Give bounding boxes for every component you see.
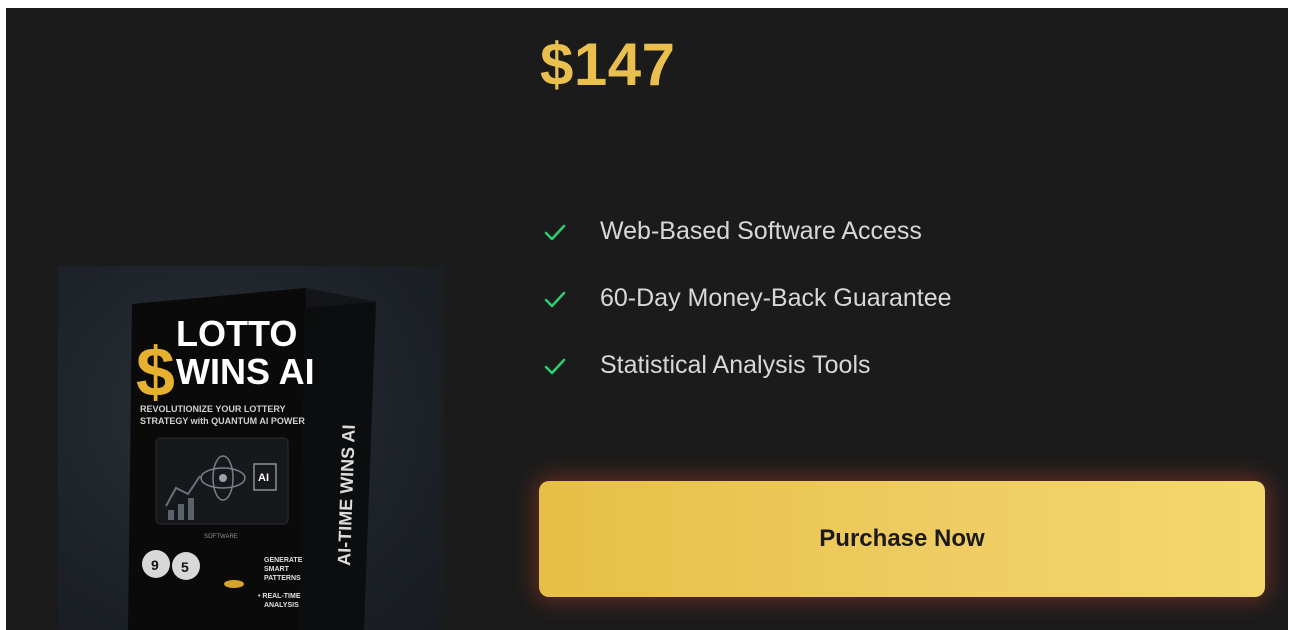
product-ai-badge: AI [258, 472, 269, 484]
product-tagline-line2: STRATEGY with QUANTUM AI POWER [140, 416, 305, 426]
product-title-line2: WINS AI [176, 351, 315, 392]
product-bullet-1-line2: SMART [264, 566, 290, 573]
feature-label: 60-Day Money-Back Guarantee [600, 284, 952, 312]
feature-item: Web-Based Software Access [542, 198, 952, 265]
check-icon [544, 358, 566, 374]
product-bullet-2-line1: • REAL-TIME [258, 593, 301, 600]
check-icon [544, 291, 566, 307]
purchase-now-button[interactable]: Purchase Now [539, 481, 1265, 597]
check-icon [544, 224, 566, 240]
price: $147 [540, 31, 676, 98]
product-software-label: SOFTWARE [204, 534, 238, 540]
feature-item: 60-Day Money-Back Guarantee [542, 265, 952, 332]
feature-label: Web-Based Software Access [600, 217, 922, 245]
product-ball-2: 5 [181, 559, 189, 575]
product-dollar-glyph: $ [136, 333, 175, 411]
feature-list: Web-Based Software Access 60-Day Money-B… [542, 198, 952, 399]
product-tagline-line1: REVOLUTIONIZE YOUR LOTTERY [140, 404, 286, 414]
pricing-panel: $ LOTTO WINS AI REVOLUTIONIZE YOUR LOTTE… [6, 8, 1288, 630]
product-bullet-2-line2: ANALYSIS [264, 602, 299, 609]
product-bullet-1-line3: PATTERNS [264, 575, 301, 582]
product-bullet-1-line1: GENERATE [264, 557, 303, 564]
feature-label: Statistical Analysis Tools [600, 351, 871, 379]
feature-item: Statistical Analysis Tools [542, 332, 952, 399]
product-box-image: $ LOTTO WINS AI REVOLUTIONIZE YOUR LOTTE… [128, 288, 376, 630]
product-ball-1: 9 [151, 557, 159, 573]
product-title-line1: LOTTO [176, 313, 297, 354]
